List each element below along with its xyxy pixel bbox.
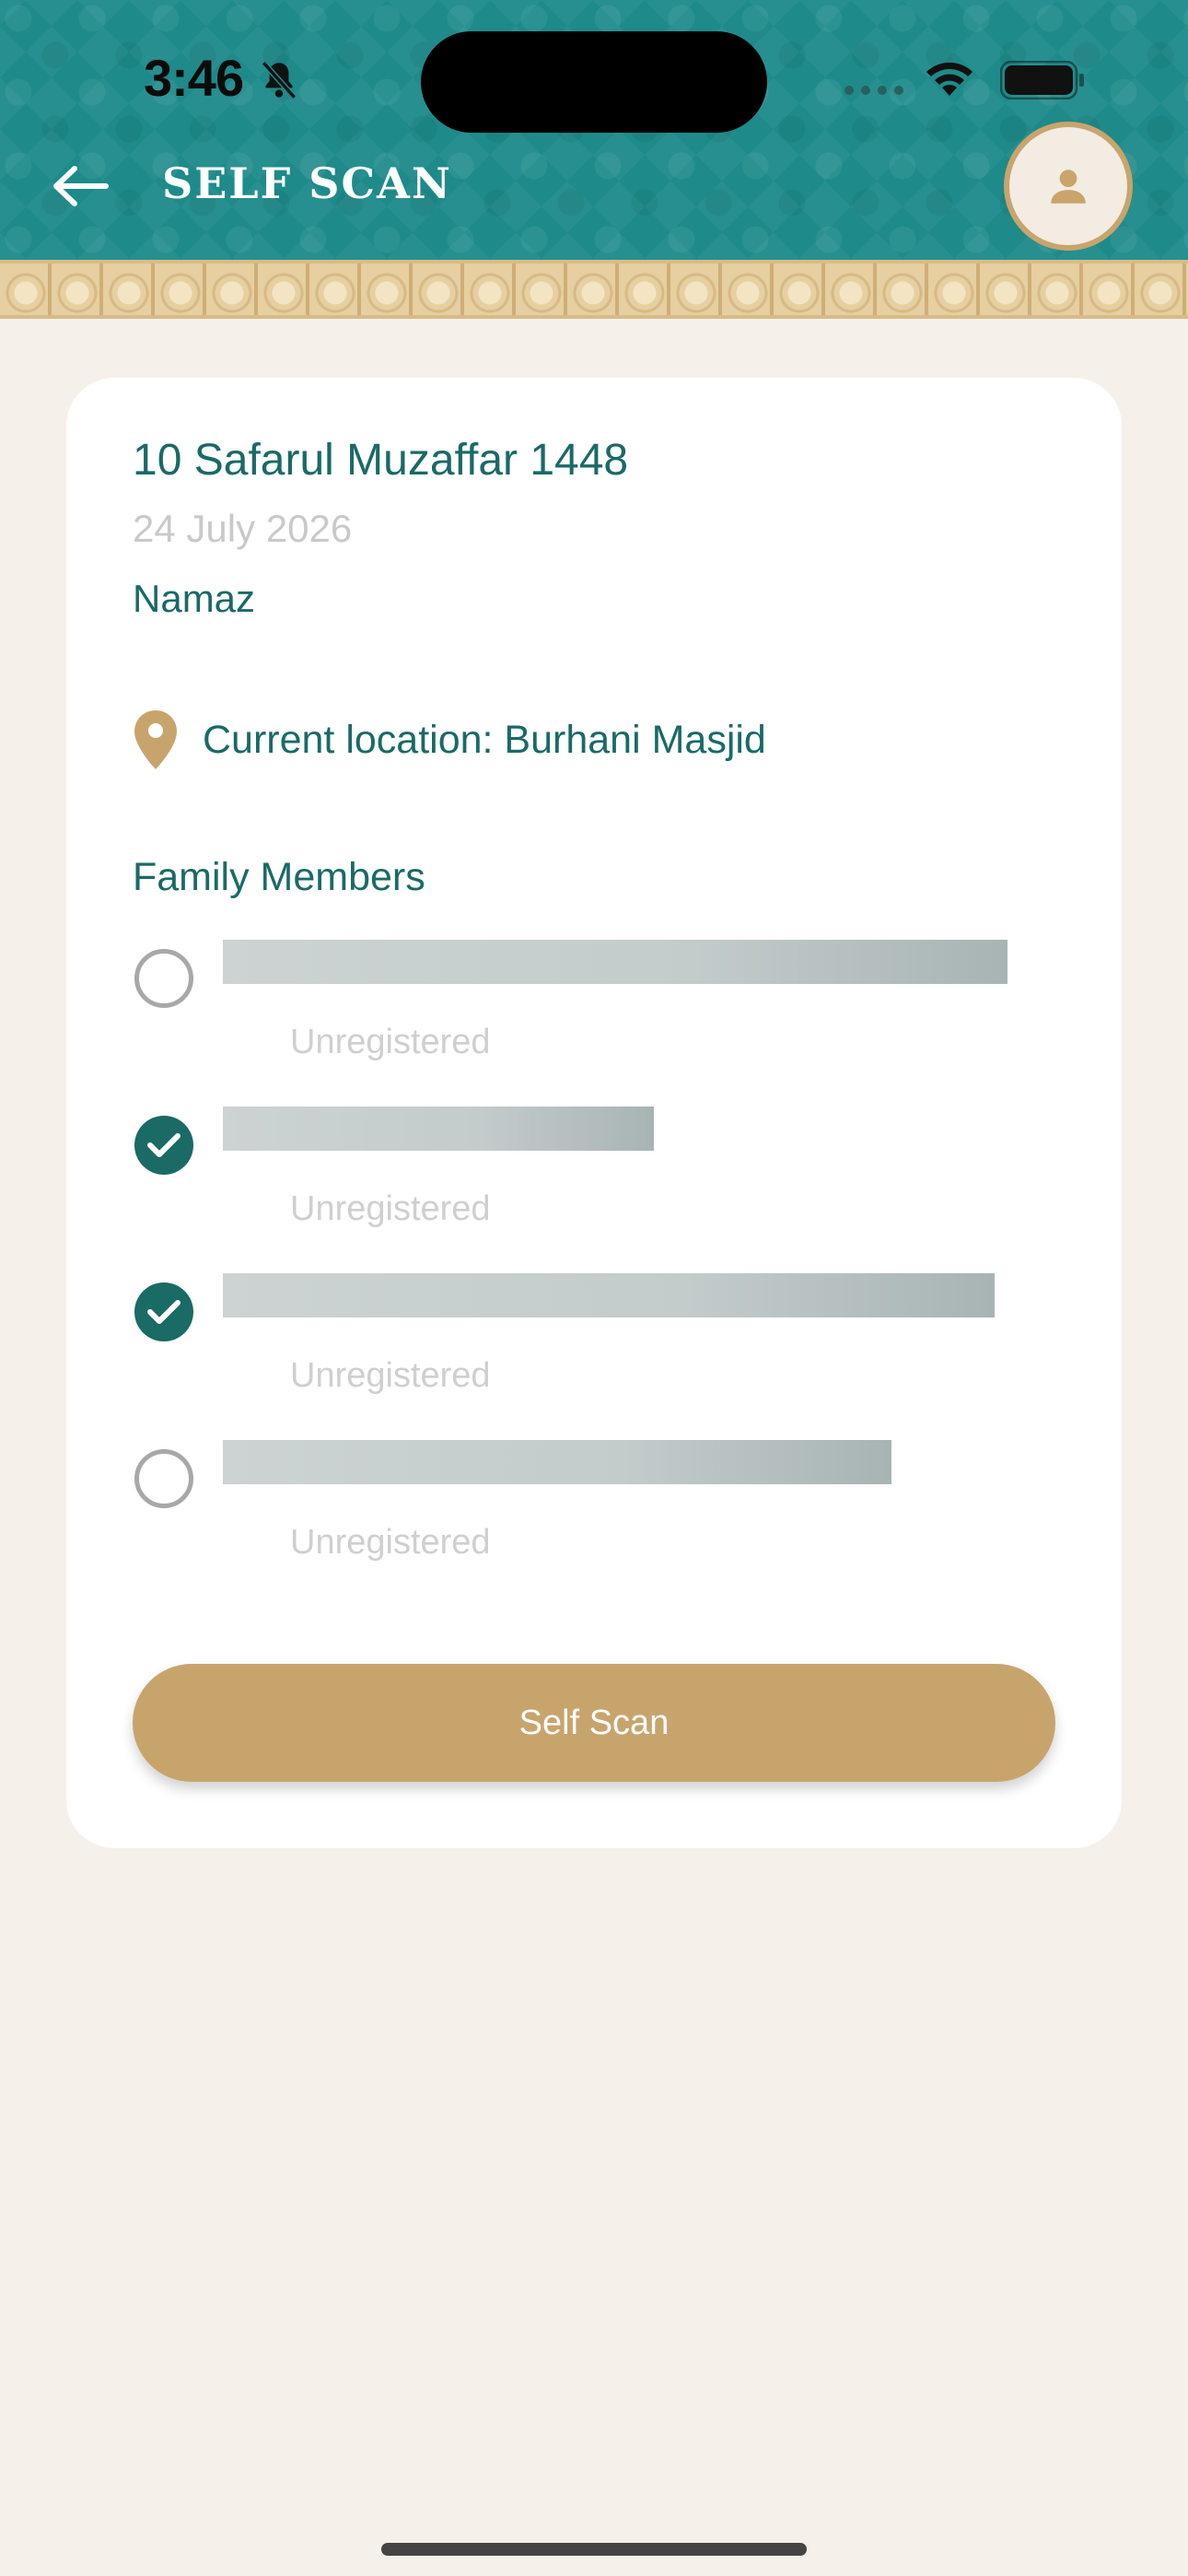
member-status: Unregistered <box>290 1356 491 1395</box>
gregorian-date: 24 July 2026 <box>133 507 353 550</box>
profile-avatar-button[interactable] <box>1004 122 1133 251</box>
redacted-member-name <box>223 1440 891 1484</box>
location-pin-icon <box>134 710 177 769</box>
member-checkbox[interactable] <box>134 1282 193 1341</box>
member-checkbox[interactable] <box>134 949 193 1008</box>
checkmark-icon <box>147 1133 181 1157</box>
back-button[interactable] <box>48 158 112 214</box>
decorative-border <box>0 260 1188 319</box>
member-checkbox[interactable] <box>134 1449 193 1508</box>
member-status: Unregistered <box>290 1189 491 1228</box>
family-members-title: Family Members <box>133 855 425 899</box>
cellular-icon <box>844 86 903 95</box>
family-member-row[interactable]: Unregistered <box>133 1273 1054 1440</box>
redacted-member-name <box>223 940 1007 984</box>
family-member-list: Unregistered Unregistered Unregistered U… <box>133 940 1054 1607</box>
page-title: SELF SCAN <box>162 158 452 208</box>
family-member-row[interactable]: Unregistered <box>133 1440 1054 1607</box>
home-indicator <box>381 2543 807 2556</box>
event-name: Namaz <box>133 577 256 620</box>
arrow-left-icon <box>53 166 109 206</box>
dynamic-island <box>421 31 767 133</box>
wifi-icon <box>926 62 973 96</box>
location-row: Current location: Burhani Masjid <box>133 708 766 772</box>
person-icon <box>1051 170 1086 204</box>
member-status: Unregistered <box>290 1523 491 1562</box>
battery-icon <box>1000 61 1084 100</box>
bell-muted-icon <box>261 61 297 100</box>
redacted-member-name <box>223 1107 654 1151</box>
location-text: Current location: Burhani Masjid <box>203 717 766 762</box>
member-checkbox[interactable] <box>134 1116 193 1175</box>
member-status: Unregistered <box>290 1023 491 1061</box>
checkmark-icon <box>147 1300 181 1324</box>
redacted-member-name <box>223 1273 995 1317</box>
hijri-date: 10 Safarul Muzaffar 1448 <box>133 436 629 485</box>
family-member-row[interactable]: Unregistered <box>133 940 1054 1107</box>
family-member-row[interactable]: Unregistered <box>133 1107 1054 1273</box>
status-time: 3:46 <box>144 49 244 107</box>
scan-card: 10 Safarul Muzaffar 1448 24 July 2026 Na… <box>66 378 1122 1848</box>
self-scan-button[interactable]: Self Scan <box>133 1664 1055 1782</box>
